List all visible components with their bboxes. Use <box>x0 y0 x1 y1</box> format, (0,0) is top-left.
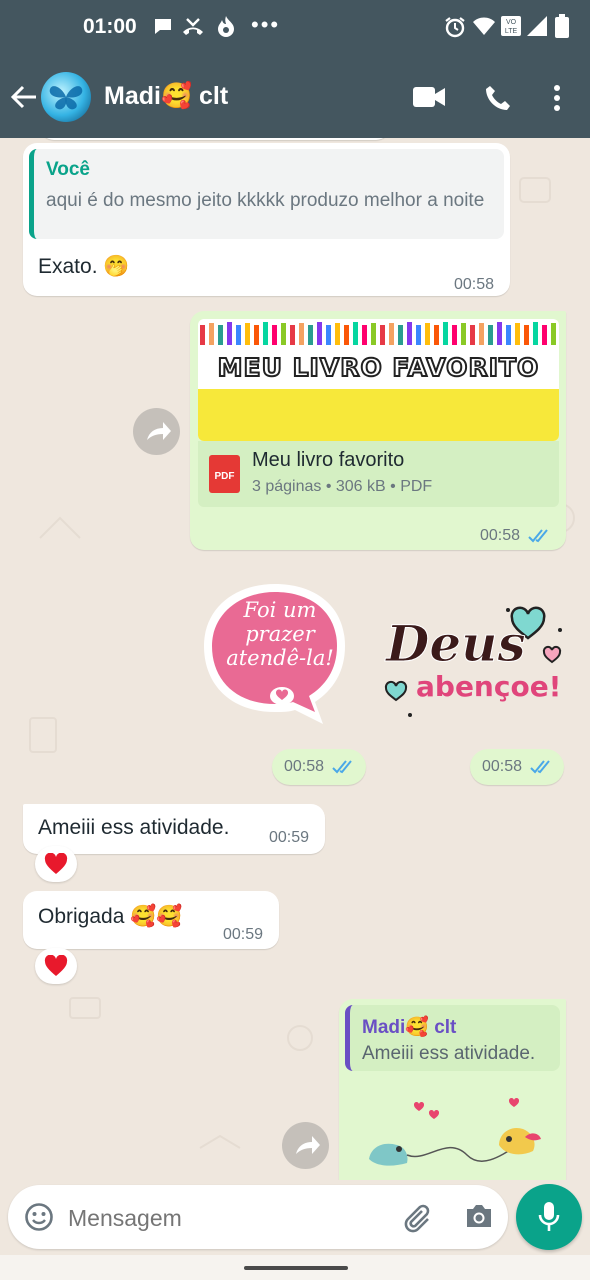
chat-notification-icon <box>155 19 171 34</box>
back-arrow-icon[interactable] <box>10 84 38 110</box>
emoji-icon[interactable] <box>24 1202 54 1232</box>
video-call-icon[interactable] <box>413 86 445 108</box>
forward-icon <box>296 1136 320 1154</box>
status-time: 01:00 <box>83 15 137 38</box>
menu-more-icon[interactable] <box>553 85 561 111</box>
butterfly-icon <box>49 86 83 110</box>
forward-icon <box>147 422 171 440</box>
sticker-thanks[interactable]: Foi um prazer atendê-la! <box>200 580 350 730</box>
document-banner-title: MEU LIVRO FAVORITO <box>217 352 540 383</box>
message-text: Ameiii ess atividade. <box>38 816 230 839</box>
forward-button[interactable] <box>282 1122 329 1169</box>
read-receipt-icon <box>332 760 352 774</box>
message-time: 00:58 <box>480 527 521 544</box>
document-info[interactable]: PDF Meu livro favorito 3 páginas • 306 k… <box>198 441 559 507</box>
svg-text:LTE: LTE <box>505 28 518 35</box>
document-banner-yellow <box>198 389 559 441</box>
previous-message-edge <box>40 138 390 140</box>
incoming-message-reply[interactable]: Você aqui é do mesmo jeito kkkkk produzo… <box>23 143 510 296</box>
status-bar: 01:00 ••• VO LTE <box>0 0 590 55</box>
chat-header: Madi🥰 clt <box>0 55 590 138</box>
voice-message-button[interactable] <box>516 1184 582 1250</box>
read-receipt-icon <box>530 760 550 774</box>
heart-icon <box>44 955 68 976</box>
pdf-file-icon: PDF <box>209 455 240 493</box>
sticker-thanks-time: 00:58 <box>272 749 366 785</box>
home-gesture-handle[interactable] <box>244 1266 348 1270</box>
quote-text: aqui é do mesmo jeito kkkkk produzo melh… <box>46 190 485 211</box>
message-text: Obrigada 🥰🥰 <box>38 905 183 928</box>
document-preview[interactable]: MEU LIVRO FAVORITO <box>198 319 559 441</box>
flame-icon <box>218 16 234 37</box>
birds-sticker-image <box>369 1097 541 1166</box>
message-text: Exato. 🤭 <box>38 255 130 278</box>
message-time: 00:59 <box>269 829 310 846</box>
signal-icon <box>527 16 547 36</box>
read-receipt-icon <box>528 529 548 543</box>
message-time: 00:59 <box>223 926 264 943</box>
incoming-message[interactable]: Obrigada 🥰🥰 00:59 <box>23 891 279 949</box>
system-nav-bar <box>0 1255 590 1280</box>
svg-text:VO: VO <box>506 19 517 26</box>
outgoing-document-message[interactable]: MEU LIVRO FAVORITO PDF Meu livro favorit… <box>190 311 566 550</box>
reaction-badge[interactable] <box>35 948 77 984</box>
quote-author: Você <box>46 159 91 180</box>
pencils-decoration <box>200 322 556 345</box>
message-input[interactable] <box>66 1197 390 1239</box>
microphone-icon <box>538 1202 560 1231</box>
document-meta: 3 páginas • 306 kB • PDF <box>252 478 433 495</box>
voice-call-icon[interactable] <box>484 84 512 112</box>
sticker-blessing-title: Deus <box>386 614 527 674</box>
wifi-icon <box>473 17 495 35</box>
avatar[interactable] <box>41 72 91 122</box>
document-name: Meu livro favorito <box>252 449 405 471</box>
message-time: 00:58 <box>454 276 495 293</box>
quoted-message[interactable]: Você aqui é do mesmo jeito kkkkk produzo… <box>29 149 504 239</box>
incoming-message[interactable]: Ameiii ess atividade. 00:59 <box>23 804 325 854</box>
pdf-icon-label: PDF <box>214 471 235 482</box>
volte-icon: VO LTE <box>501 16 521 36</box>
camera-icon[interactable] <box>464 1203 494 1229</box>
battery-icon <box>555 14 569 38</box>
attach-icon[interactable] <box>400 1201 432 1233</box>
quote-text: Ameiii ess atividade. <box>362 1043 536 1064</box>
message-composer <box>8 1185 508 1249</box>
sticker-blessing[interactable]: Deus abençoe! <box>380 600 570 720</box>
forward-button[interactable] <box>133 408 180 455</box>
outgoing-message-reply[interactable]: Madi🥰 clt Ameiii ess atividade. <box>339 999 566 1180</box>
contact-name[interactable]: Madi🥰 clt <box>104 82 228 111</box>
sticker-blessing-subtitle: abençoe! <box>416 670 562 703</box>
reaction-badge[interactable] <box>35 846 77 882</box>
quote-author: Madi🥰 clt <box>362 1017 457 1038</box>
heart-icon <box>44 853 68 874</box>
more-notifications-icon: ••• <box>251 12 281 37</box>
sticker-thanks-text: Foi um prazer atendê-la! <box>226 598 334 670</box>
alarm-icon <box>445 17 465 38</box>
chat-area[interactable]: Você aqui é do mesmo jeito kkkkk produzo… <box>0 138 590 1180</box>
missed-call-icon <box>183 18 203 35</box>
sticker-blessing-time: 00:58 <box>470 749 564 785</box>
quoted-message[interactable]: Madi🥰 clt Ameiii ess atividade. <box>345 1005 560 1071</box>
